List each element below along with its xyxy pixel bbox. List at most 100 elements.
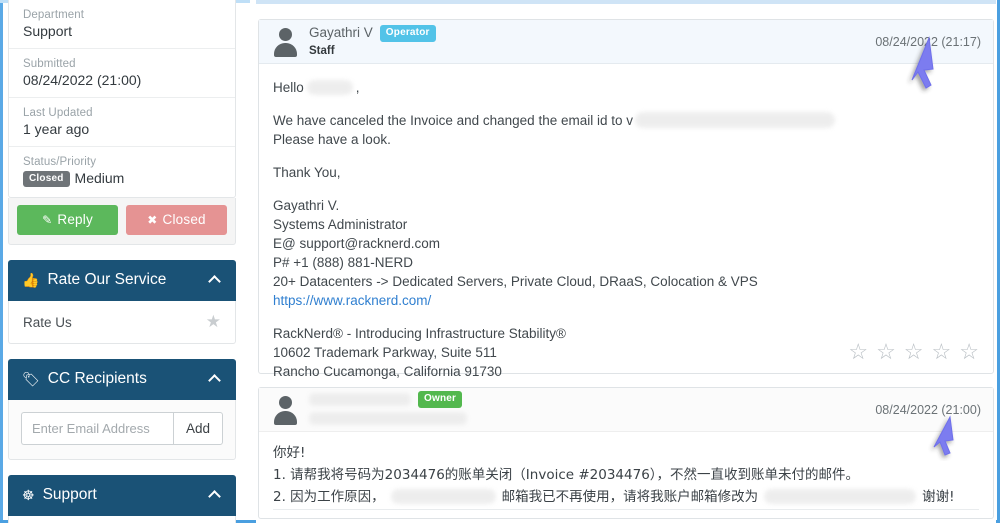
info-row-submitted: Submitted 08/24/2022 (21:00) xyxy=(9,49,235,98)
sidebar-item-my-support-tickets[interactable]: My Support Tickets xyxy=(9,516,235,523)
life-ring-icon: ☸ xyxy=(22,486,35,503)
redacted-old-email xyxy=(390,489,496,504)
thread-top-edge xyxy=(256,0,996,4)
ticket-action-bar: ✎ Reply ✖ Closed xyxy=(8,198,236,245)
info-label-last-updated: Last Updated xyxy=(23,107,93,119)
ticket-detail-page: Department Support Submitted 08/24/2022 … xyxy=(0,0,1000,523)
greeting-comma: , xyxy=(355,80,360,95)
message-body-owner: 你好! 1. 请帮我将号码为2034476的账单关闭（Invoice #2034… xyxy=(259,432,993,508)
body-line-changed: We have canceled the Invoice and changed… xyxy=(273,113,633,128)
message-timestamp: 08/24/2022 (21:17) xyxy=(875,34,981,49)
panel-cc-recipients: 🏷 CC Recipients Add xyxy=(8,359,236,460)
cc-input-group: Add xyxy=(21,412,223,445)
ticket-info-card: Department Support Submitted 08/24/2022 … xyxy=(8,0,236,198)
body-paragraph-change: We have canceled the Invoice and changed… xyxy=(273,111,979,149)
rating-stars[interactable]: ☆ ☆ ☆ ☆ ☆ xyxy=(848,341,979,363)
info-row-last-updated: Last Updated 1 year ago xyxy=(9,98,235,147)
status-badge: Closed xyxy=(23,171,70,187)
cn-line-3-part-a: 2. 因为工作原因， xyxy=(273,489,385,505)
info-row-status-priority: Status/Priority Closed Medium xyxy=(9,147,235,197)
redacted-author-email xyxy=(309,412,467,426)
pencil-icon: ✎ xyxy=(42,213,53,227)
cn-line-3-part-b: 邮箱我已不再使用，请将我账户邮箱修改为 xyxy=(501,489,759,505)
ticket-sidebar: Department Support Submitted 08/24/2022 … xyxy=(8,0,236,523)
cn-line-3-part-c: 谢谢! xyxy=(922,489,955,505)
redacted-author-name xyxy=(309,393,411,406)
panel-body-rate-our-service: Rate Us ★ xyxy=(8,301,236,344)
ticket-thread: Gayathri V Operator Staff 08/24/2022 (21… xyxy=(256,0,996,523)
x-icon: ✖ xyxy=(147,213,158,227)
message-header-staff: Gayathri V Operator Staff 08/24/2022 (21… xyxy=(259,20,993,64)
panel-header-rate-our-service[interactable]: 👍 Rate Our Service xyxy=(8,260,236,301)
signature-tagline: 20+ Datacenters -> Dedicated Servers, Pr… xyxy=(273,274,758,289)
signature-title: Systems Administrator xyxy=(273,217,408,232)
message-author-name: Gayathri V xyxy=(309,24,373,40)
panel-title-cc-recipients: CC Recipients xyxy=(47,370,147,387)
cn-line-2: 1. 请帮我将号码为2034476的账单关闭（Invoice #2034476）… xyxy=(273,467,860,483)
role-badge-operator: Operator xyxy=(379,24,436,43)
message-author-block: Owner xyxy=(309,390,865,429)
rating-star-4[interactable]: ☆ xyxy=(932,341,952,363)
panel-header-cc-recipients[interactable]: 🏷 CC Recipients xyxy=(8,359,236,400)
body-greeting: Hello, xyxy=(273,78,979,97)
cc-email-input[interactable] xyxy=(21,412,173,445)
redacted-email xyxy=(635,112,835,128)
viewport-border-left xyxy=(0,0,3,523)
info-label-department: Department xyxy=(23,9,85,21)
thumbs-up-icon: 👍 xyxy=(22,271,40,288)
body-thanks: Thank You, xyxy=(273,165,341,180)
message-author-subtitle: Staff xyxy=(309,45,335,58)
panel-body-support: My Support Tickets xyxy=(8,516,236,523)
panel-title-support: Support xyxy=(42,486,97,503)
user-avatar-icon xyxy=(271,395,299,425)
closed-button-label: Closed xyxy=(162,212,206,227)
rating-star-1[interactable]: ☆ xyxy=(848,341,868,363)
reply-button-label: Reply xyxy=(57,212,93,227)
panel-header-support[interactable]: ☸ Support xyxy=(8,475,236,516)
status-priority-values: Closed Medium xyxy=(23,170,221,188)
signature-website-link[interactable]: https://www.racknerd.com/ xyxy=(273,291,979,310)
redacted-new-email xyxy=(764,489,917,504)
rate-us-label: Rate Us xyxy=(23,314,72,330)
rating-star-5[interactable]: ☆ xyxy=(959,341,979,363)
message-owner: Owner 08/24/2022 (21:00) 你好! 1. 请帮我将号码为2… xyxy=(258,387,994,519)
address-city: Rancho Cucamonga, California 91730 xyxy=(273,364,502,379)
star-icon: ★ xyxy=(205,312,221,331)
info-label-submitted: Submitted xyxy=(23,58,76,70)
message-author-block: Gayathri V Operator Staff xyxy=(309,24,865,59)
cn-line-1: 你好! xyxy=(273,445,306,461)
info-value-department: Support xyxy=(23,23,73,39)
address-card-icon: 🏷 xyxy=(22,370,40,387)
chevron-up-icon[interactable] xyxy=(208,275,221,288)
reply-button[interactable]: ✎ Reply xyxy=(17,205,118,235)
role-badge-owner: Owner xyxy=(418,390,463,409)
priority-value: Medium xyxy=(74,170,125,186)
info-label-status-priority: Status/Priority xyxy=(23,156,97,168)
panel-title-rate-our-service: Rate Our Service xyxy=(47,271,167,288)
message-author-line: Owner xyxy=(309,390,865,409)
body-line-look: Please have a look. xyxy=(273,132,391,147)
body-signature: Gayathri V. Systems Administrator E@ sup… xyxy=(273,196,979,310)
signature-phone: P# +1 (888) 881-NERD xyxy=(273,255,413,270)
message-divider xyxy=(273,509,979,510)
closed-button[interactable]: ✖ Closed xyxy=(126,205,227,235)
chevron-up-icon[interactable] xyxy=(208,490,221,503)
rating-star-2[interactable]: ☆ xyxy=(876,341,896,363)
body-line-changed-wrap: We have canceled the Invoice and changed… xyxy=(273,111,979,130)
panel-rate-our-service: 👍 Rate Our Service Rate Us ★ xyxy=(8,260,236,344)
message-header-owner: Owner 08/24/2022 (21:00) xyxy=(259,388,993,432)
info-value-submitted: 08/24/2022 (21:00) xyxy=(23,72,142,88)
panel-support: ☸ Support My Support Tickets xyxy=(8,475,236,523)
sidebar-item-rate-us[interactable]: Rate Us ★ xyxy=(9,301,235,343)
cc-add-button[interactable]: Add xyxy=(172,412,223,445)
info-row-department: Department Support xyxy=(9,0,235,49)
redacted-recipient-name xyxy=(306,80,353,95)
panel-body-cc-recipients: Add xyxy=(8,400,236,460)
info-value-last-updated: 1 year ago xyxy=(23,121,90,137)
message-author-subtitle xyxy=(309,408,865,428)
cn-line-3: 2. 因为工作原因， 邮箱我已不再使用，请将我账户邮箱修改为 谢谢! xyxy=(273,486,979,508)
chevron-up-icon[interactable] xyxy=(208,374,221,387)
message-timestamp: 08/24/2022 (21:00) xyxy=(875,402,981,417)
message-author-line: Gayathri V Operator xyxy=(309,24,865,43)
rating-star-3[interactable]: ☆ xyxy=(904,341,924,363)
